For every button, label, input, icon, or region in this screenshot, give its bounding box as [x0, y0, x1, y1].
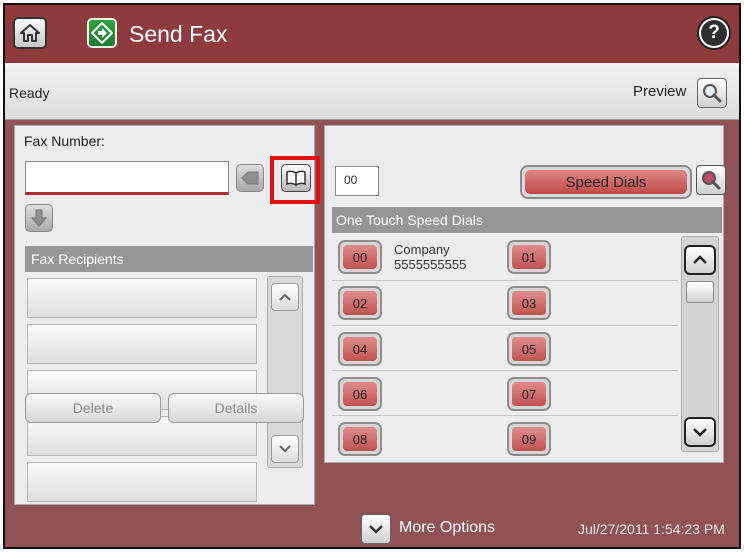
chevron-down-icon — [693, 428, 707, 437]
page-title: Send Fax — [129, 21, 228, 47]
speed-dial-row: 02 03 — [332, 281, 678, 326]
send-fax-icon — [87, 18, 117, 48]
speed-dials-label: Speed Dials — [525, 170, 687, 194]
add-recipient-button[interactable] — [25, 204, 53, 232]
speed-dials-button[interactable]: Speed Dials — [520, 165, 692, 199]
speed-dial-button-06[interactable]: 06 — [338, 377, 382, 411]
backspace-button[interactable] — [236, 164, 264, 192]
fax-number-input[interactable] — [25, 161, 229, 195]
speed-dial-scroll-down-button[interactable] — [684, 417, 716, 447]
address-book-highlight — [270, 156, 320, 204]
fax-recipients-header: Fax Recipients — [25, 246, 313, 272]
chevron-down-icon — [279, 445, 291, 453]
preview-label: Preview — [633, 83, 687, 100]
chevron-up-icon — [693, 255, 707, 264]
speed-dial-row: 04 05 — [332, 326, 678, 371]
one-touch-speed-dials-header: One Touch Speed Dials — [332, 207, 722, 233]
speed-dial-row: 06 07 — [332, 371, 678, 416]
status-bar: Ready Preview — [5, 63, 739, 120]
speed-dial-number-input[interactable]: 00 — [335, 166, 379, 196]
backspace-icon — [241, 171, 259, 185]
magnifier-icon — [702, 171, 721, 190]
delete-button[interactable]: Delete — [25, 393, 161, 423]
chevron-down-icon — [369, 525, 383, 534]
recipient-row[interactable] — [27, 462, 257, 502]
chevron-up-icon — [279, 293, 291, 301]
speed-dial-button-00[interactable]: 00 — [338, 240, 382, 274]
arrow-down-icon — [30, 209, 48, 227]
speed-dial-button-04[interactable]: 04 — [338, 332, 382, 366]
speed-dial-button-01[interactable]: 01 — [507, 240, 551, 274]
speed-dial-scroll-up-button[interactable] — [684, 245, 716, 275]
speed-dial-search-button[interactable] — [696, 165, 726, 195]
send-fax-screen: Send Fax ? Ready Preview Fax Number: Fax… — [3, 3, 741, 549]
speed-dial-button-05[interactable]: 05 — [507, 332, 551, 366]
speed-dial-button-03[interactable]: 03 — [507, 286, 551, 320]
magnifier-icon — [703, 84, 722, 103]
details-button[interactable]: Details — [168, 393, 304, 423]
recipient-row[interactable] — [27, 278, 257, 318]
more-options-label[interactable]: More Options — [399, 519, 495, 537]
speed-dial-row: 00 Company 5555555555 01 — [332, 236, 678, 281]
scroll-thumb[interactable] — [686, 281, 714, 303]
status-text: Ready — [9, 85, 50, 101]
preview-button[interactable] — [697, 78, 727, 108]
recipients-scrollbar[interactable] — [267, 276, 303, 468]
home-button[interactable] — [13, 17, 47, 49]
title-bar: Send Fax ? — [5, 5, 739, 63]
speed-dial-number: 5555555555 — [394, 257, 467, 272]
help-icon: ? — [701, 20, 727, 46]
speed-dial-name: Company — [394, 242, 450, 257]
more-options-button[interactable] — [361, 514, 391, 544]
speed-dial-scrollbar[interactable] — [681, 236, 719, 452]
fax-number-label: Fax Number: — [24, 133, 105, 149]
home-icon — [20, 24, 40, 42]
scroll-down-button[interactable] — [271, 435, 299, 463]
scroll-up-button[interactable] — [271, 283, 299, 311]
speed-dial-button-07[interactable]: 07 — [507, 377, 551, 411]
speed-dial-button-08[interactable]: 08 — [338, 422, 382, 456]
speed-dial-panel: 00 Speed Dials One Touch Speed Dials 00 … — [324, 125, 726, 463]
speed-dial-button-02[interactable]: 02 — [338, 286, 382, 320]
help-button[interactable]: ? — [697, 16, 731, 50]
speed-dial-button-09[interactable]: 09 — [507, 422, 551, 456]
date-time: Jul/27/2011 1:54:23 PM — [578, 521, 725, 537]
speed-dial-row: 08 09 — [332, 416, 678, 461]
recipient-row[interactable] — [27, 324, 257, 364]
fax-number-panel: Fax Number: Fax Recipients — [14, 125, 320, 505]
